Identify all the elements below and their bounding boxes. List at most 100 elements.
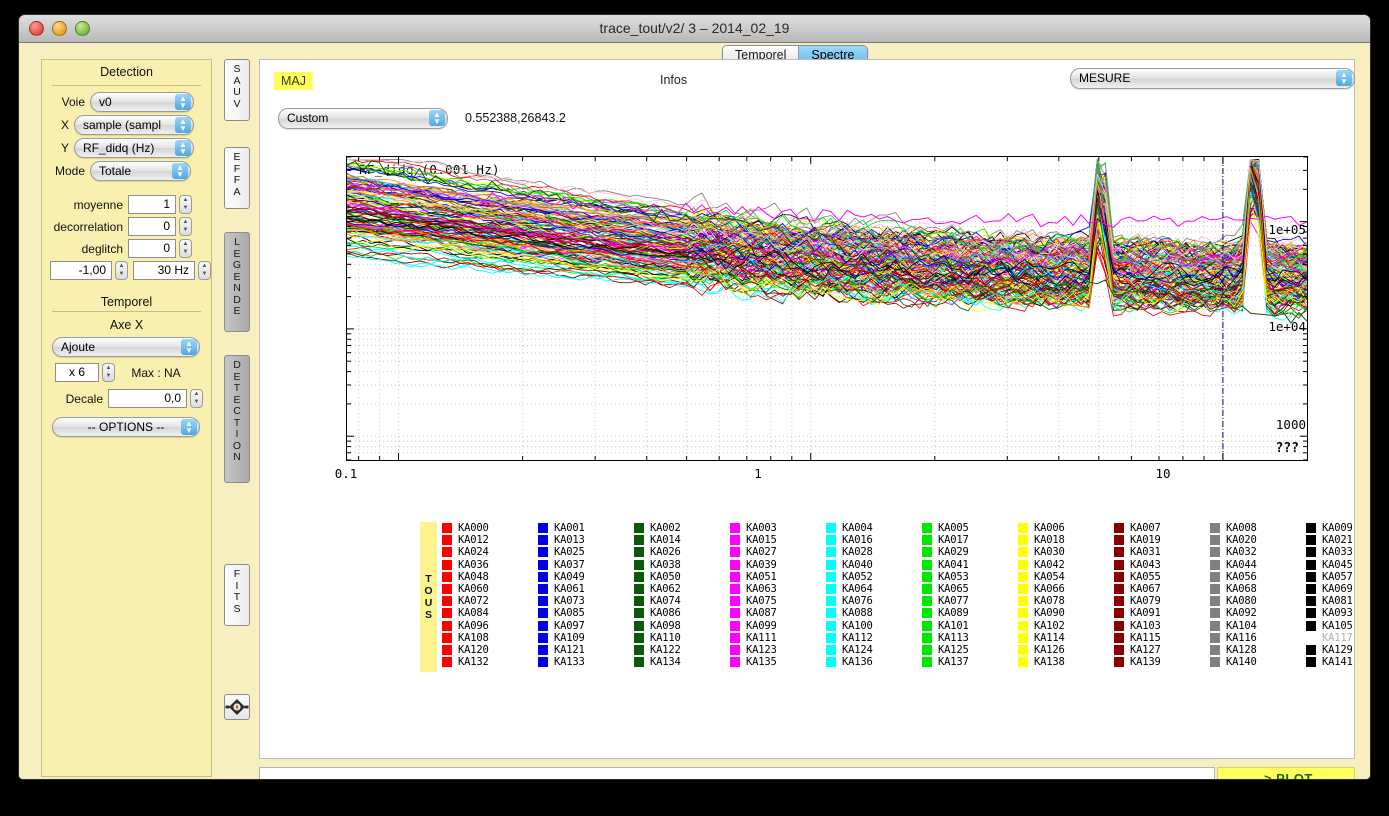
legend-color-swatch[interactable]	[442, 633, 452, 643]
legend-item[interactable]: KA140	[1210, 656, 1306, 668]
deglitch-input[interactable]: 0	[128, 239, 176, 258]
legend-item[interactable]: KA123	[730, 644, 826, 656]
legend-color-swatch[interactable]	[1306, 547, 1316, 557]
legend-color-swatch[interactable]	[730, 621, 740, 631]
legend-color-swatch[interactable]	[442, 523, 452, 533]
legend-item[interactable]: KA072	[442, 595, 538, 607]
range-low-stepper[interactable]: ▲▼	[115, 261, 128, 280]
legend-color-swatch[interactable]	[634, 584, 644, 594]
legend-color-swatch[interactable]	[730, 560, 740, 570]
legend-color-swatch[interactable]	[826, 523, 836, 533]
legend-color-swatch[interactable]	[538, 535, 548, 545]
legend-color-swatch[interactable]	[826, 535, 836, 545]
legend-color-swatch[interactable]	[730, 523, 740, 533]
legend-color-swatch[interactable]	[538, 584, 548, 594]
command-input[interactable]	[259, 767, 1215, 780]
legend-item[interactable]: KA039	[730, 559, 826, 571]
decorrelation-input[interactable]: 0	[128, 217, 176, 236]
legend-color-swatch[interactable]	[442, 621, 452, 631]
legend-color-swatch[interactable]	[538, 633, 548, 643]
legend-item[interactable]: KA073	[538, 595, 634, 607]
legend-item[interactable]: KA122	[634, 644, 730, 656]
legend-color-swatch[interactable]	[922, 523, 932, 533]
legend-item[interactable]: KA053	[922, 571, 1018, 583]
legend-color-swatch[interactable]	[634, 572, 644, 582]
legend-item[interactable]: KA132	[442, 656, 538, 668]
legend-color-swatch[interactable]	[1210, 535, 1220, 545]
legend-color-swatch[interactable]	[1114, 535, 1124, 545]
maj-badge[interactable]: MAJ	[274, 72, 313, 90]
legend-color-swatch[interactable]	[1306, 657, 1316, 667]
legend-item[interactable]: KA103	[1114, 620, 1210, 632]
moyenne-stepper[interactable]: ▲▼	[179, 195, 192, 214]
legend-color-swatch[interactable]	[730, 535, 740, 545]
legend-color-swatch[interactable]	[826, 645, 836, 655]
legend-color-swatch[interactable]	[826, 633, 836, 643]
legend-item[interactable]: KA029	[922, 546, 1018, 558]
vtab-effa[interactable]: EFFA	[224, 147, 250, 209]
legend-item[interactable]: KA017	[922, 534, 1018, 546]
legend-item[interactable]: KA086	[634, 607, 730, 619]
legend-item[interactable]: KA138	[1018, 656, 1114, 668]
legend-color-swatch[interactable]	[1210, 572, 1220, 582]
legend-color-swatch[interactable]	[922, 657, 932, 667]
legend-color-swatch[interactable]	[826, 596, 836, 606]
legend-item[interactable]: KA062	[634, 583, 730, 595]
y-select[interactable]: RF_didq (Hz) ▲▼	[74, 138, 194, 158]
legend-color-swatch[interactable]	[1210, 560, 1220, 570]
field-y[interactable]: Y RF_didq (Hz) ▲▼	[42, 138, 211, 158]
legend-item[interactable]: KA019	[1114, 534, 1210, 546]
legend-color-swatch[interactable]	[1306, 645, 1316, 655]
legend-color-swatch[interactable]	[442, 608, 452, 618]
legend-item[interactable]: KA037	[538, 559, 634, 571]
legend-color-swatch[interactable]	[634, 657, 644, 667]
legend-color-swatch[interactable]	[1306, 633, 1316, 643]
legend-color-swatch[interactable]	[538, 621, 548, 631]
legend-item[interactable]: KA114	[1018, 632, 1114, 644]
legend-item[interactable]: KA040	[826, 559, 922, 571]
decorrelation-stepper[interactable]: ▲▼	[179, 217, 192, 236]
legend-item[interactable]: KA087	[730, 607, 826, 619]
legend-color-swatch[interactable]	[634, 560, 644, 570]
legend-color-swatch[interactable]	[634, 621, 644, 631]
legend-item[interactable]: KA098	[634, 620, 730, 632]
legend-item[interactable]: KA002	[634, 522, 730, 534]
legend-item[interactable]: KA124	[826, 644, 922, 656]
legend-color-swatch[interactable]	[634, 596, 644, 606]
legend-color-swatch[interactable]	[922, 535, 932, 545]
legend-item[interactable]: KA089	[922, 607, 1018, 619]
field-mode[interactable]: Mode Totale ▲▼	[42, 161, 211, 181]
legend-item[interactable]: KA134	[634, 656, 730, 668]
legend-color-swatch[interactable]	[538, 645, 548, 655]
axe-x-select[interactable]: Ajoute ▲▼	[52, 337, 200, 357]
legend-item[interactable]: KA117	[1306, 632, 1371, 644]
legend-color-swatch[interactable]	[634, 523, 644, 533]
legend-item[interactable]: KA091	[1114, 607, 1210, 619]
legend-item[interactable]: KA044	[1210, 559, 1306, 571]
legend-item[interactable]: KA075	[730, 595, 826, 607]
legend-item[interactable]: KA116	[1210, 632, 1306, 644]
legend-color-swatch[interactable]	[634, 608, 644, 618]
legend-color-swatch[interactable]	[1306, 560, 1316, 570]
legend-color-swatch[interactable]	[1210, 523, 1220, 533]
legend-color-swatch[interactable]	[1114, 608, 1124, 618]
moyenne-input[interactable]: 1	[128, 195, 176, 214]
legend-color-swatch[interactable]	[442, 596, 452, 606]
legend-color-swatch[interactable]	[922, 584, 932, 594]
legend-item[interactable]: KA066	[1018, 583, 1114, 595]
legend-item[interactable]: KA104	[1210, 620, 1306, 632]
legend-color-swatch[interactable]	[1018, 584, 1028, 594]
legend-color-swatch[interactable]	[1018, 572, 1028, 582]
legend-color-swatch[interactable]	[1114, 633, 1124, 643]
legend-item[interactable]: KA127	[1114, 644, 1210, 656]
legend-item[interactable]: KA008	[1210, 522, 1306, 534]
legend-color-swatch[interactable]	[442, 584, 452, 594]
legend-color-swatch[interactable]	[442, 572, 452, 582]
legend-item[interactable]: KA085	[538, 607, 634, 619]
range-low-input[interactable]: -1,00	[50, 261, 112, 280]
legend-item[interactable]: KA024	[442, 546, 538, 558]
legend-item[interactable]: KA120	[442, 644, 538, 656]
legend-item[interactable]: KA036	[442, 559, 538, 571]
axe-x-row[interactable]: Ajoute ▲▼	[42, 337, 211, 357]
legend-color-swatch[interactable]	[1306, 523, 1316, 533]
